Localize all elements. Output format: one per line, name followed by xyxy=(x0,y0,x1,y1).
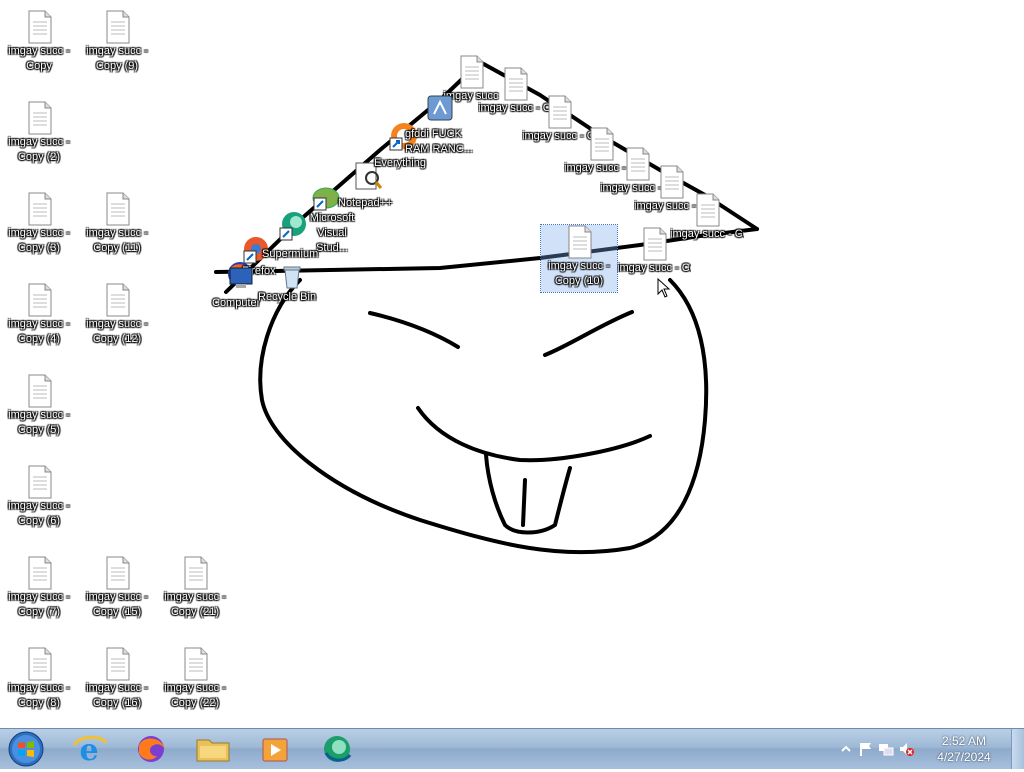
recycle-bin-label[interactable]: Recycle Bin xyxy=(258,290,316,305)
internet-explorer-icon: e xyxy=(72,733,108,768)
file-label: imgay succ - Copy xyxy=(8,45,70,72)
file-label: imgay succ - Copy (16) xyxy=(86,682,148,709)
text-file-icon xyxy=(106,647,130,681)
file-label: imgay succ - Copy (13) xyxy=(617,262,691,274)
gfddi-shortcut-label[interactable]: gfddi FUCK RAM RANC... xyxy=(405,127,485,157)
folder-icon xyxy=(196,739,230,762)
file-label: imgay succ - Copy (11) xyxy=(86,227,148,254)
text-file-icon xyxy=(106,556,130,590)
desktop-file-icon[interactable]: imgay succ - Copy (16) xyxy=(80,647,154,711)
desktop-file-icon[interactable]: imgay succ - Copy (2) xyxy=(2,101,76,165)
everything-shortcut-label[interactable]: Everything xyxy=(374,156,426,171)
file-label: imgay succ - Copy (15) xyxy=(86,591,148,618)
start-button[interactable] xyxy=(6,730,46,768)
volume-muted-icon[interactable] xyxy=(898,741,914,757)
text-file-icon xyxy=(696,193,720,227)
text-file-icon xyxy=(28,556,52,590)
taskbar-file-explorer[interactable] xyxy=(186,731,240,767)
desktop-file-icon[interactable]: imgay succ - Copy (4) xyxy=(2,283,76,347)
text-file-icon xyxy=(28,465,52,499)
clock-time: 2:52 AM xyxy=(941,734,987,748)
file-label: imgay succ - Copy (9) xyxy=(86,45,148,72)
recycle-bin-icon[interactable] xyxy=(276,260,308,292)
file-label: imgay succ - Copy (2) xyxy=(8,136,70,163)
desktop-file-icon[interactable]: imgay succ - Copy (6) xyxy=(2,465,76,529)
text-file-icon xyxy=(643,227,667,261)
taskbar: e 2:52 AM 4/27/2024 xyxy=(0,728,1024,769)
taskbar-edge[interactable] xyxy=(310,731,364,767)
file-label: imgay succ - Copy (22) xyxy=(164,682,226,709)
text-file-icon xyxy=(106,10,130,44)
edge-browser-icon xyxy=(324,736,352,762)
desktop-file-icon[interactable]: imgay succ - Copy (12) xyxy=(80,283,154,347)
file-label: imgay succ - Copy (10) xyxy=(548,260,610,287)
media-player-icon xyxy=(262,738,288,762)
action-center-flag-icon[interactable] xyxy=(858,741,874,757)
gfddi-app-icon[interactable] xyxy=(424,92,456,124)
text-file-icon xyxy=(28,647,52,681)
file-label: imgay succ - Copy (7) xyxy=(8,591,70,618)
desktop-file-icon[interactable]: imgay succ - Copy (11) xyxy=(80,192,154,256)
selected-file-icon[interactable]: imgay succ - Copy (10) xyxy=(540,224,618,293)
clock-date: 4/27/2024 xyxy=(937,750,991,764)
file-label: imgay succ - Copy (6) xyxy=(8,500,70,527)
file-label: imgay succ - Copy (4) xyxy=(8,318,70,345)
desktop[interactable]: imgay succ - Copy imgay succ - Copy (9) im… xyxy=(0,0,1024,728)
desktop-file-icon[interactable]: imgay succ - Copy (3) xyxy=(2,192,76,256)
computer-label[interactable]: Computer xyxy=(212,296,260,311)
taskbar-firefox[interactable] xyxy=(124,731,178,767)
text-file-icon xyxy=(184,556,208,590)
desktop-file-icon[interactable]: imgay succ - Copy (7) xyxy=(2,556,76,620)
system-clock[interactable]: 2:52 AM 4/27/2024 xyxy=(924,733,1004,765)
firefox-icon xyxy=(138,736,165,762)
desktop-file-icon[interactable]: imgay succ - Copy (9) xyxy=(80,10,154,74)
show-hidden-icons-button[interactable] xyxy=(838,741,854,757)
text-file-icon xyxy=(106,192,130,226)
desktop-file-icon[interactable]: imgay succ - Copy (13) xyxy=(617,227,691,276)
text-file-icon xyxy=(28,101,52,135)
text-file-icon xyxy=(548,95,572,129)
text-file-icon xyxy=(28,10,52,44)
taskbar-media-player[interactable] xyxy=(248,731,302,767)
desktop-file-icon[interactable]: imgay succ - Copy xyxy=(2,10,76,74)
file-label: imgay succ - Copy (8) xyxy=(8,682,70,709)
file-label: imgay succ - Copy (5) xyxy=(8,409,70,436)
desktop-file-icon[interactable]: imgay succ - Copy (8) xyxy=(2,647,76,711)
text-file-icon xyxy=(28,192,52,226)
mouse-cursor-icon xyxy=(657,278,671,298)
desktop-file-icon[interactable]: imgay succ - Copy (15) xyxy=(80,556,154,620)
text-file-icon xyxy=(184,647,208,681)
file-label: imgay succ - Copy (3) xyxy=(8,227,70,254)
file-label: imgay succ - Copy (12) xyxy=(86,318,148,345)
desktop-file-icon[interactable]: imgay succ - Copy (5) xyxy=(2,374,76,438)
file-label: imgay succ - Copy (21) xyxy=(164,591,226,618)
text-file-icon xyxy=(568,225,592,259)
system-tray: 2:52 AM 4/27/2024 xyxy=(834,729,1024,769)
taskbar-internet-explorer[interactable]: e xyxy=(62,731,116,768)
desktop-file-icon[interactable]: imgay succ - Copy (22) xyxy=(158,647,232,711)
text-file-icon xyxy=(106,283,130,317)
desktop-file-icon[interactable]: imgay succ - Copy (21) xyxy=(158,556,232,620)
text-file-icon xyxy=(28,374,52,408)
text-file-icon xyxy=(28,283,52,317)
notepad-shortcut-label[interactable]: Notepad++ xyxy=(338,196,392,211)
network-icon[interactable] xyxy=(878,741,894,757)
show-desktop-button[interactable] xyxy=(1011,729,1024,769)
computer-icon[interactable] xyxy=(226,262,258,294)
